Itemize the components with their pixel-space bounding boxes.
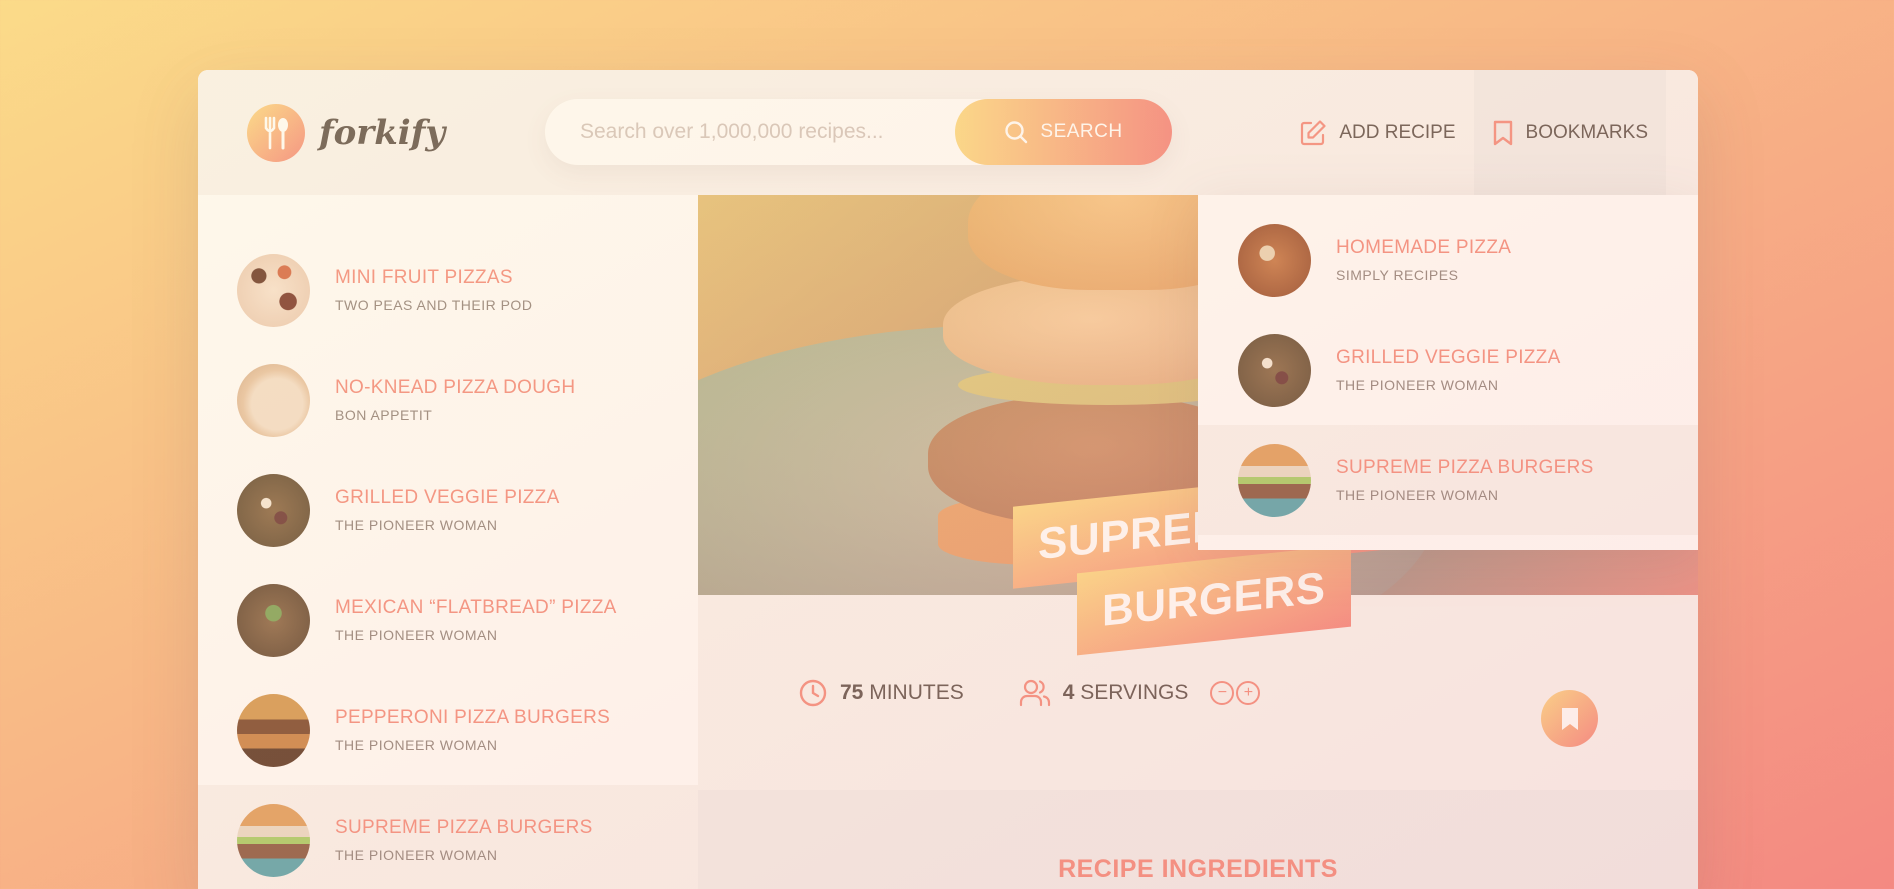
recipe-thumbnail	[237, 253, 310, 327]
item-title: NO-KNEAD PIZZA DOUGH	[335, 377, 576, 398]
ingredients-heading: RECIPE INGREDIENTS	[1058, 855, 1338, 883]
search-results: MINI FRUIT PIZZAS TWO PEAS AND THEIR POD…	[198, 195, 698, 889]
cooking-time: 75 MINUTES	[798, 678, 964, 708]
item-publisher: THE PIONEER WOMAN	[1336, 487, 1499, 503]
servings: 4 SERVINGS − +	[1019, 678, 1261, 708]
item-publisher: TWO PEAS AND THEIR POD	[335, 297, 533, 313]
search-button[interactable]: SEARCH	[955, 99, 1172, 165]
servings-controls: − +	[1210, 680, 1261, 705]
bookmarks-button[interactable]: BOOKMARKS	[1473, 70, 1666, 195]
minus-icon: −	[1217, 683, 1228, 701]
search-icon	[1005, 121, 1028, 144]
servings-value: 4	[1062, 680, 1075, 704]
item-publisher: THE PIONEER WOMAN	[335, 627, 498, 643]
bookmark-item[interactable]: HOMEMADE PIZZA SIMPLY RECIPES	[1198, 205, 1698, 315]
item-publisher: SIMPLY RECIPES	[1336, 267, 1459, 283]
search-button-label: SEARCH	[1040, 121, 1123, 142]
bookmarks-label: BOOKMARKS	[1525, 121, 1648, 143]
search-form: SEARCH	[545, 99, 1172, 165]
item-publisher: BON APPETIT	[335, 407, 433, 423]
app-container: forkify SEARCH ADD RECIPE	[198, 70, 1698, 889]
recipe-thumbnail	[237, 803, 310, 877]
bookmark-icon	[1493, 120, 1512, 145]
recipe-thumbnail	[237, 363, 310, 437]
item-title: SUPREME PIZZA BURGERS	[335, 817, 593, 838]
recipe-thumbnail	[237, 473, 310, 547]
ingredients-section: RECIPE INGREDIENTS	[698, 790, 1698, 889]
minutes-value: 75	[840, 680, 864, 704]
item-title: GRILLED VEGGIE PIZZA	[335, 487, 560, 508]
item-title: MEXICAN “FLATBREAD” PIZZA	[335, 597, 617, 618]
item-publisher: THE PIONEER WOMAN	[335, 517, 498, 533]
bookmark-item[interactable]: SUPREME PIZZA BURGERS THE PIONEER WOMAN	[1198, 425, 1698, 535]
users-icon	[1019, 679, 1050, 706]
logo-text: forkify	[319, 113, 446, 153]
recipe-thumbnail	[237, 693, 310, 767]
recipe-thumbnail	[1238, 223, 1311, 297]
bookmarks-panel: HOMEMADE PIZZA SIMPLY RECIPES GRILLED VE…	[1198, 195, 1698, 550]
logo[interactable]: forkify	[247, 104, 445, 162]
minutes-label: MINUTES	[869, 680, 964, 704]
recipe-thumbnail	[237, 583, 310, 657]
header: forkify SEARCH ADD RECIPE	[198, 70, 1698, 195]
clock-icon	[799, 679, 827, 706]
item-title: SUPREME PIZZA BURGERS	[1336, 457, 1594, 478]
item-publisher: THE PIONEER WOMAN	[1336, 377, 1499, 393]
item-publisher: THE PIONEER WOMAN	[335, 737, 498, 753]
list-item[interactable]: MEXICAN “FLATBREAD” PIZZA THE PIONEER WO…	[198, 565, 698, 675]
bookmark-filled-icon	[1561, 707, 1578, 730]
increase-servings-button[interactable]: +	[1236, 680, 1261, 705]
nav: ADD RECIPE BOOKMARKS	[1281, 70, 1666, 195]
fork-spoon-icon	[247, 104, 305, 162]
servings-label: SERVINGS	[1080, 680, 1189, 704]
item-title: MINI FRUIT PIZZAS	[335, 267, 513, 288]
list-item[interactable]: GRILLED VEGGIE PIZZA THE PIONEER WOMAN	[198, 455, 698, 565]
bookmark-item[interactable]: GRILLED VEGGIE PIZZA THE PIONEER WOMAN	[1198, 315, 1698, 425]
decrease-servings-button[interactable]: −	[1210, 680, 1235, 705]
item-title: HOMEMADE PIZZA	[1336, 237, 1512, 258]
search-input[interactable]	[580, 120, 980, 144]
add-recipe-label: ADD RECIPE	[1339, 121, 1456, 143]
add-recipe-button[interactable]: ADD RECIPE	[1281, 70, 1473, 195]
edit-icon	[1301, 119, 1326, 145]
list-item[interactable]: PEPPERONI PIZZA BURGERS THE PIONEER WOMA…	[198, 675, 698, 785]
list-item[interactable]: MINI FRUIT PIZZAS TWO PEAS AND THEIR POD	[198, 235, 698, 345]
item-publisher: THE PIONEER WOMAN	[335, 847, 498, 863]
list-item[interactable]: NO-KNEAD PIZZA DOUGH BON APPETIT	[198, 345, 698, 455]
recipe-thumbnail	[1238, 333, 1311, 407]
list-item[interactable]: SUPREME PIZZA BURGERS THE PIONEER WOMAN	[198, 785, 698, 889]
item-title: PEPPERONI PIZZA BURGERS	[335, 707, 611, 728]
item-title: GRILLED VEGGIE PIZZA	[1336, 347, 1561, 368]
recipe-thumbnail	[1238, 443, 1311, 517]
plus-icon: +	[1243, 683, 1254, 701]
bookmark-recipe-button[interactable]	[1541, 690, 1598, 747]
